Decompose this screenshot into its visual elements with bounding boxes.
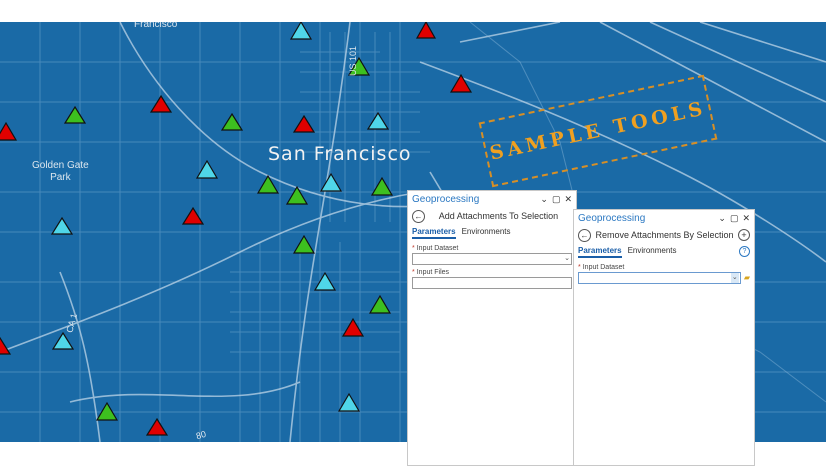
- param-label: * Input Dataset: [578, 264, 750, 271]
- park-label-line2: Park: [50, 172, 71, 183]
- add-icon[interactable]: +: [738, 229, 750, 241]
- required-marker: *: [412, 245, 415, 252]
- window-buttons: ⌄ ▢ ✕: [718, 213, 750, 224]
- back-arrow-icon[interactable]: ←: [578, 228, 591, 242]
- input-dataset-dropdown[interactable]: ⌄: [412, 253, 572, 265]
- place-label-francisco: Francisco: [134, 22, 178, 30]
- folder-icon[interactable]: ▰: [744, 273, 750, 282]
- param-label: * Input Files: [412, 269, 572, 276]
- input-files-field[interactable]: [412, 277, 572, 289]
- back-arrow-icon[interactable]: ←: [412, 209, 425, 223]
- tab-environments[interactable]: Environments: [628, 246, 677, 258]
- tool-name: Add Attachments To Selection: [438, 211, 559, 221]
- required-marker: *: [578, 264, 581, 271]
- param-label-text: Input Dataset: [582, 264, 625, 271]
- panel-title: Geoprocessing: [578, 212, 646, 224]
- maximize-icon[interactable]: ▢: [552, 194, 561, 205]
- close-icon[interactable]: ✕: [564, 194, 572, 205]
- chevron-down-icon[interactable]: ⌄: [540, 194, 548, 205]
- geoprocessing-panel-remove: Geoprocessing ⌄ ▢ ✕ ← Remove Attachments…: [573, 209, 755, 466]
- tool-tabs: Parameters Environments ?: [574, 244, 754, 258]
- road-label-us101: US 101: [348, 45, 359, 77]
- geoprocessing-panel-add: Geoprocessing ⌄ ▢ ✕ ← Add Attachments To…: [407, 190, 577, 466]
- chevron-down-icon[interactable]: ⌄: [564, 254, 570, 264]
- input-dataset-dropdown[interactable]: ⌄: [578, 272, 741, 284]
- park-label-line1: Golden Gate: [32, 160, 89, 171]
- tool-header: ← Remove Attachments By Selection +: [574, 226, 754, 244]
- param-label-text: Input Dataset: [416, 245, 459, 252]
- param-label: * Input Dataset: [412, 245, 572, 252]
- chevron-down-icon[interactable]: ⌄: [718, 213, 726, 224]
- tool-tabs: Parameters Environments: [408, 225, 576, 239]
- tab-environments[interactable]: Environments: [462, 227, 511, 239]
- close-icon[interactable]: ✕: [742, 213, 750, 224]
- required-marker: *: [412, 269, 415, 276]
- tool-name: Remove Attachments By Selection: [595, 230, 734, 240]
- city-label: San Francisco: [268, 143, 412, 165]
- window-buttons: ⌄ ▢ ✕: [540, 194, 572, 205]
- panel-title: Geoprocessing: [412, 193, 480, 205]
- param-input-dataset: * Input Dataset ⌄: [408, 245, 576, 265]
- help-icon[interactable]: ?: [739, 246, 750, 257]
- panel-titlebar: Geoprocessing ⌄ ▢ ✕: [574, 210, 754, 226]
- maximize-icon[interactable]: ▢: [730, 213, 739, 224]
- park-label: Golden Gate Park: [32, 160, 89, 184]
- param-input-files: * Input Files: [408, 269, 576, 289]
- tab-parameters[interactable]: Parameters: [578, 246, 622, 258]
- tab-parameters[interactable]: Parameters: [412, 227, 456, 239]
- chevron-down-icon[interactable]: ⌄: [730, 273, 739, 283]
- input-dataset-row: ⌄ ▰: [578, 271, 750, 284]
- tool-header: ← Add Attachments To Selection: [408, 207, 576, 225]
- page: Francisco San Francisco Golden Gate Park…: [0, 0, 826, 466]
- param-label-text: Input Files: [416, 269, 450, 276]
- panel-titlebar: Geoprocessing ⌄ ▢ ✕: [408, 191, 576, 207]
- tabs-group: Parameters Environments: [578, 246, 677, 258]
- param-input-dataset: * Input Dataset ⌄ ▰: [574, 264, 754, 284]
